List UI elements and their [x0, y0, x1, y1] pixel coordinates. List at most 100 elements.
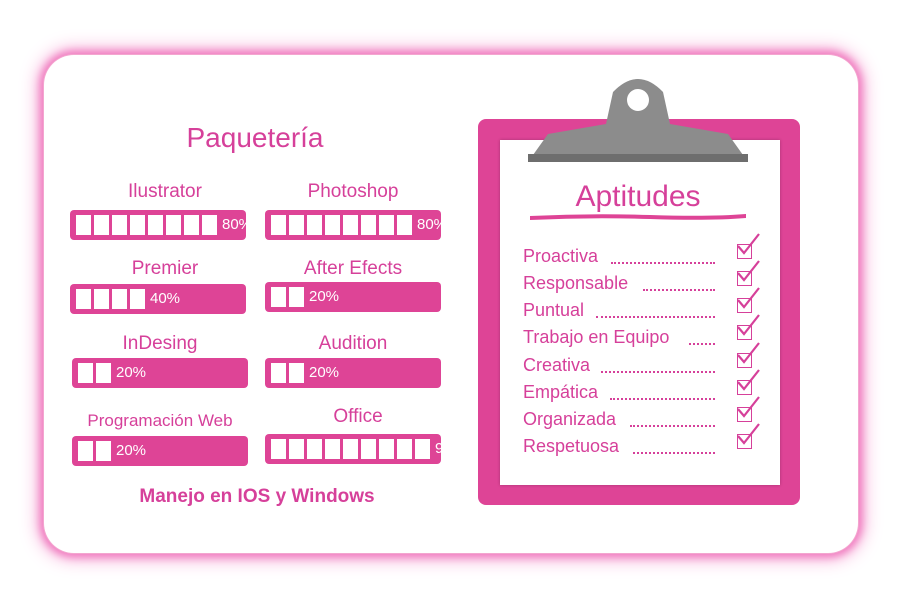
aptitude-row: Trabajo en Equipo: [523, 314, 760, 351]
skill-bar-segment: [288, 214, 305, 236]
skill-bar-segment: [288, 286, 305, 308]
paqueteria-title: Paquetería: [186, 122, 324, 153]
aptitude-label: Organizada: [523, 409, 617, 429]
skill-percent: 20%: [116, 364, 147, 381]
skill-bar-segment: [129, 288, 146, 310]
skill-percent: 40%: [150, 290, 181, 307]
skill-bar-segment: [270, 362, 287, 384]
checkmark-icon: [737, 314, 760, 336]
skill-label-programacion-web: Programación Web: [87, 411, 233, 430]
skill-bar-segment: [111, 288, 128, 310]
skill-bar-segment: [93, 214, 110, 236]
aptitude-label: Empática: [523, 382, 599, 402]
leader-dots: [633, 452, 715, 454]
skill-bar-segment: [414, 438, 431, 460]
leader-dots: [596, 316, 715, 318]
checkmark-icon: [737, 260, 760, 282]
skill-bar-programacion-web: 20%: [72, 436, 248, 466]
skill-label-photoshop: Photoshop: [307, 181, 399, 202]
aptitude-label: Trabajo en Equipo: [523, 327, 670, 347]
skill-bar-segment: [270, 438, 287, 460]
skill-bar-segment: [95, 440, 112, 462]
aptitude-row: Creativa: [523, 342, 760, 379]
skill-percent: 90%: [435, 440, 466, 457]
aptitude-label: Respetuosa: [523, 436, 620, 456]
leader-dots: [611, 262, 715, 264]
skill-bar-segment: [360, 214, 377, 236]
skill-percent: 20%: [309, 288, 340, 305]
leader-dots: [601, 371, 715, 373]
skill-bar-segment: [324, 214, 341, 236]
skill-bar-segment: [147, 214, 164, 236]
skill-bar-fill: [270, 362, 305, 384]
skill-bar-indesing: 20%: [72, 358, 248, 388]
skill-bar-segment: [342, 438, 359, 460]
skill-bar-segment: [270, 214, 287, 236]
skill-bar-fill: [270, 214, 413, 236]
skill-bar-segment: [396, 214, 413, 236]
skill-bar-fill: [270, 286, 305, 308]
skill-bar-segment: [270, 286, 287, 308]
skill-bar-premier: 40%: [70, 284, 246, 314]
skill-bar-after-efects: 20%: [265, 282, 441, 312]
aptitude-row: Responsable: [523, 260, 760, 297]
skill-bar-ilustrator: 80%: [70, 210, 252, 240]
skill-bar-segment: [324, 438, 341, 460]
skill-percent: 80%: [222, 216, 253, 233]
skill-bar-segment: [378, 214, 395, 236]
skill-bar-segment: [93, 288, 110, 310]
skill-bar-office: 90%: [265, 434, 465, 464]
leader-dots: [630, 425, 715, 427]
aptitude-row: Puntual: [523, 287, 760, 324]
clipboard-clip-icon: [528, 79, 748, 162]
skill-label-indesing: InDesing: [122, 333, 198, 354]
skill-bar-segment: [75, 288, 92, 310]
leader-dots: [689, 343, 715, 345]
leader-dots: [610, 398, 715, 400]
skill-bar-audition: 20%: [265, 358, 441, 388]
aptitude-label: Responsable: [523, 273, 629, 293]
skill-bar-segment: [77, 362, 94, 384]
skill-percent: 20%: [309, 364, 340, 381]
aptitude-label: Proactiva: [523, 246, 599, 266]
aptitude-row: Proactiva: [523, 233, 760, 270]
skill-bar-segment: [201, 214, 218, 236]
aptitudes-title: Aptitudes: [575, 180, 701, 213]
skill-percent: 80%: [417, 216, 448, 233]
aptitude-label: Puntual: [523, 300, 585, 320]
skill-bar-segment: [306, 214, 323, 236]
skill-bar-fill: [77, 362, 112, 384]
leader-dots: [643, 289, 715, 291]
skill-bar-segment: [111, 214, 128, 236]
aptitude-row: Respetuosa: [523, 423, 760, 460]
checkmark-icon: [737, 396, 760, 418]
title-brush-underline: [530, 214, 746, 220]
skill-label-audition: Audition: [318, 333, 388, 354]
skill-bar-segment: [75, 214, 92, 236]
checkmark-icon: [737, 423, 760, 445]
skill-bar-segment: [396, 438, 413, 460]
aptitude-label: Creativa: [523, 355, 591, 375]
skill-bar-segment: [360, 438, 377, 460]
skill-label-premier: Premier: [131, 258, 199, 279]
skill-percent: 20%: [116, 442, 147, 459]
checkmark-icon: [737, 342, 760, 364]
aptitude-row: Organizada: [523, 396, 760, 433]
skill-bar-segment: [77, 440, 94, 462]
skill-bar-segment: [342, 214, 359, 236]
skill-bar-segment: [165, 214, 182, 236]
skill-bar-segment: [288, 362, 305, 384]
aptitude-row: Empática: [523, 369, 760, 406]
skill-bar-segment: [183, 214, 200, 236]
skill-bar-segment: [378, 438, 395, 460]
skill-bar-fill: [75, 288, 146, 310]
skill-bar-fill: [270, 438, 431, 460]
skill-bar-fill: [77, 440, 112, 462]
skill-label-ilustrator: Ilustrator: [128, 181, 202, 202]
skill-bar-segment: [306, 438, 323, 460]
checkmark-icon: [737, 287, 760, 309]
skill-bar-photoshop: 80%: [265, 210, 447, 240]
skill-bar-segment: [288, 438, 305, 460]
checkmark-icon: [737, 369, 760, 391]
skill-label-office: Office: [333, 406, 383, 427]
